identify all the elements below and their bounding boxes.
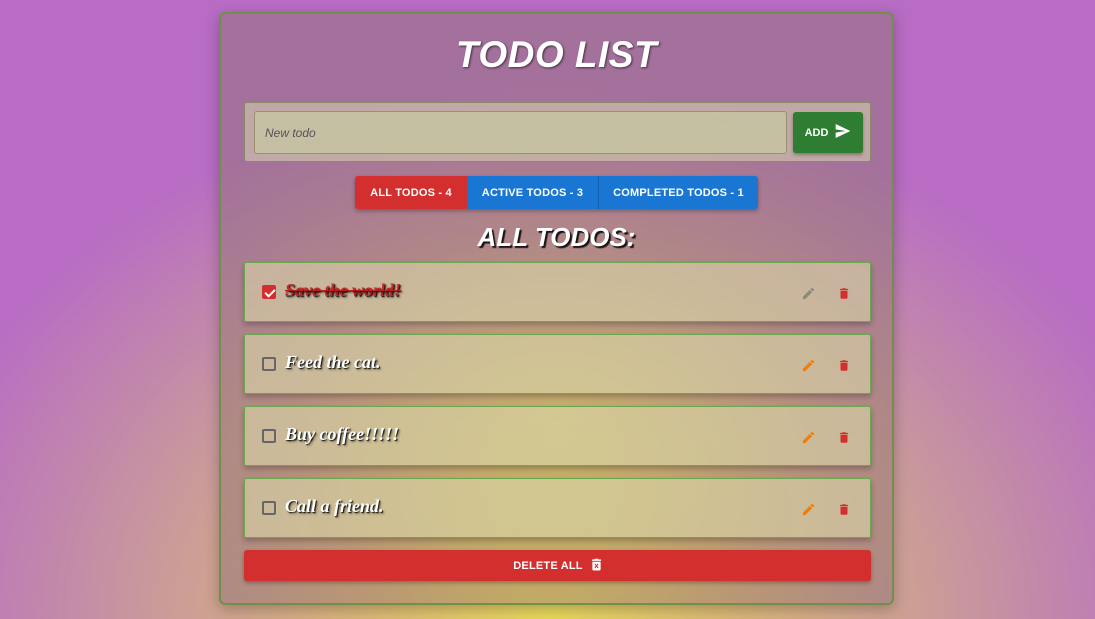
trash-icon[interactable]	[835, 500, 853, 518]
send-icon	[835, 124, 851, 141]
edit-icon[interactable]	[799, 284, 817, 302]
todo-text: Call a friend.	[285, 496, 384, 516]
new-todo-input[interactable]	[254, 111, 787, 154]
trash-icon[interactable]	[835, 356, 853, 374]
todo-checkbox[interactable]	[262, 357, 276, 371]
add-button[interactable]: ADD	[793, 112, 863, 153]
trash-icon[interactable]	[835, 284, 853, 302]
todo-checkbox[interactable]	[262, 285, 276, 299]
delete-all-label: DELETE ALL	[513, 559, 583, 572]
delete-forever-icon	[591, 558, 602, 574]
todo-checkbox[interactable]	[262, 501, 276, 515]
edit-icon[interactable]	[799, 500, 817, 518]
todo-item: Save the world!	[244, 262, 871, 322]
page-title: TODO LIST	[455, 34, 658, 75]
todo-item: Feed the cat.	[244, 334, 871, 394]
todo-text: Feed the cat.	[285, 352, 381, 372]
tab-all-todos[interactable]: ALL TODOS - 4	[355, 176, 467, 209]
todo-panel: TODO LIST ADD ALL TODOS - 4 ACTIVE TODOS…	[219, 12, 894, 605]
todo-item: Buy coffee!!!!!	[244, 406, 871, 466]
section-title: ALL TODOS:	[477, 222, 636, 252]
delete-all-button[interactable]: DELETE ALL	[244, 550, 871, 581]
todo-text: Buy coffee!!!!!	[285, 424, 400, 444]
new-todo-form: ADD	[244, 102, 871, 162]
edit-icon[interactable]	[799, 428, 817, 446]
todo-text: Save the world!	[285, 280, 402, 300]
todo-item: Call a friend.	[244, 478, 871, 538]
filter-tabs: ALL TODOS - 4 ACTIVE TODOS - 3 COMPLETED…	[355, 176, 758, 209]
trash-icon[interactable]	[835, 428, 853, 446]
edit-icon[interactable]	[799, 356, 817, 374]
todo-checkbox[interactable]	[262, 429, 276, 443]
add-button-label: ADD	[804, 126, 829, 139]
tab-active-todos[interactable]: ACTIVE TODOS - 3	[467, 176, 599, 209]
tab-completed-todos[interactable]: COMPLETED TODOS - 1	[599, 176, 758, 209]
